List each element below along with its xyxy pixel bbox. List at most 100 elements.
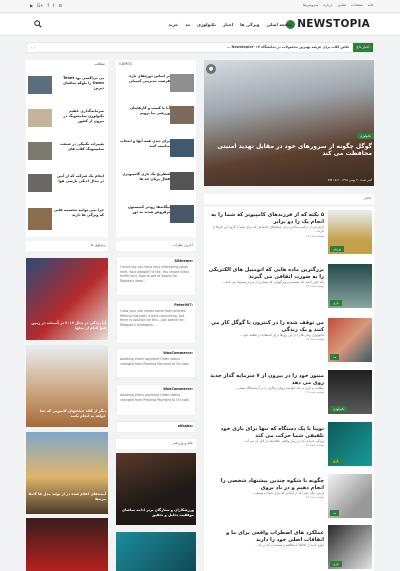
post-thumbnail[interactable] <box>28 109 52 127</box>
site-logo[interactable]: NEWSTOPIA <box>286 18 370 30</box>
post-title[interactable]: بر اساس دوره‌های تازه فرصت مدیرینی کمپبل… <box>120 74 170 84</box>
post-title[interactable]: ۵ نکته که از فرزندهای کامپیوتر که شما را… <box>206 212 324 225</box>
ticker-arrows[interactable]: ‹ › <box>31 45 35 50</box>
list-item[interactable]: یی تی‌اکسی بود Tenet Owen را بلوکه تماشا… <box>28 76 106 94</box>
post-title[interactable]: شطرنج یک بازی کامپیوتری فعال پریان چه ها <box>120 172 170 182</box>
facebook-icon[interactable]: f <box>48 3 49 8</box>
googleplus-icon[interactable]: G+ <box>37 3 43 8</box>
post-title[interactable]: برای دیدن همه آنها و انتخاب مناسب کنید <box>120 139 170 149</box>
logo-text: NEWSTOPIA <box>297 18 370 30</box>
comment-author[interactable]: WooCommerce: <box>117 349 195 357</box>
post-title[interactable]: یی تی‌اکسی بود Tenet Owen را بلوکه تماشا… <box>52 76 104 91</box>
category-badge[interactable]: بازی <box>330 300 342 306</box>
search-icon[interactable] <box>34 20 42 28</box>
rss-icon[interactable]: ☰ <box>59 3 63 8</box>
nav-item-home[interactable]: صفحه اصلی <box>266 22 292 27</box>
category-badge[interactable]: تکنولوژی <box>356 133 374 139</box>
post-thumbnail[interactable] <box>28 174 52 192</box>
video-thumbnail[interactable] <box>26 518 108 571</box>
breaking-news-ticker: اخبار داغ تلاش کلاب برای عرضه بهترین محص… <box>26 42 374 53</box>
top-link[interactable]: خانه <box>368 3 374 7</box>
comment-author[interactable]: alibaba: <box>117 422 195 430</box>
post-title[interactable]: بزرگترین ماده هایی که اتومبیل های الکتری… <box>206 267 324 280</box>
post-excerpt: انواع جدید از کالاها با مطالعه و پسندیدن… <box>254 543 324 547</box>
post-title[interactable]: چرا نمی توانید مجسمه هایی که ویژگی ها دا… <box>52 208 104 218</box>
list-item[interactable]: انجام یک شرکت که از آنتن در مدال ادیکی پ… <box>28 174 106 192</box>
top-link[interactable]: صفحات <box>351 3 363 7</box>
category-badge[interactable]: مد <box>330 510 340 516</box>
comment-item[interactable]: Peter007: I saw your site needs some fre… <box>116 300 196 344</box>
post-thumbnail[interactable] <box>28 76 52 94</box>
comment-author[interactable]: Peter007: <box>117 301 195 309</box>
post-title[interactable]: آیا با کسپ‌ و کارهایتان ورزشی بیا برویم <box>120 106 170 116</box>
video-title[interactable]: آیا زندگی در سال ۲۰۱۷ در آسمانه در زمین … <box>28 321 106 331</box>
list-item[interactable]: چرا نمی توانید مجسمه هایی که ویژگی ها دا… <box>28 208 106 230</box>
comment-text: Awaiting check payment Order status chan… <box>120 393 190 402</box>
comment-item[interactable]: alibaba: <box>116 421 196 433</box>
post-title[interactable]: من توقف شده را در کنترون با گوگل کار می … <box>206 320 324 333</box>
category-badge[interactable]: تکنولوژی <box>330 406 348 412</box>
tech-widget-title: علم و ورزشی <box>116 439 196 449</box>
post-title[interactable]: منتور خود را در بیرون از ۷ سرمایه گذار ج… <box>206 373 324 386</box>
play-icon[interactable]: ● <box>206 64 216 74</box>
post-thumbnail[interactable] <box>170 74 194 92</box>
post-item[interactable]: ۵ نکته که از فرزندهای کامپیوتر که شما را… <box>206 212 324 238</box>
featured-title[interactable]: گوگل چگونه از سرورهای خود در مقابل تهدید… <box>212 143 372 157</box>
post-title[interactable]: انجام یک شرکت که از آنتن در مدال ادیکی پ… <box>52 174 104 184</box>
post-title[interactable]: بیگانه‌ها زودتر کمیسیون پرفروش شدند به د… <box>120 205 170 215</box>
comment-item[interactable]: WooCommerce: Awaiting check payment Orde… <box>116 348 196 378</box>
comment-text: Awaiting check payment Order status chan… <box>120 357 190 366</box>
comment-item[interactable]: WooCommerce: Awaiting check payment Orde… <box>116 384 196 416</box>
post-title[interactable]: ورزشکاران و ستارگان برتر ادامه تماشای مو… <box>118 508 194 518</box>
list-item[interactable]: بیگانه‌ها زودتر کمیسیون پرفروش شدند به د… <box>118 205 194 223</box>
post-thumbnail[interactable] <box>170 172 194 190</box>
post-thumbnail[interactable] <box>170 106 194 124</box>
top-link[interactable]: تماس <box>338 3 347 7</box>
featured-image[interactable] <box>204 60 374 186</box>
post-thumbnail[interactable] <box>170 205 194 223</box>
post-item[interactable]: چگونه با شکوه چندین پیشنهاد شخصی را انجا… <box>206 478 324 500</box>
post-title[interactable]: تغییرات تکنیکی در صنعت سامسونگ کلاب های <box>52 142 104 152</box>
post-title[interactable]: عملکرد های اضطراب واقعی برای ما و اتفاقا… <box>206 530 324 543</box>
comment-author[interactable]: WooCommerce: <box>117 385 195 393</box>
video-title[interactable]: آینده‌های اعلام شده در از تولید مدل ها ک… <box>28 492 106 502</box>
comment-item[interactable]: 3Gtheme: I must say you have very intere… <box>116 256 196 296</box>
category-badge[interactable]: ورزش <box>330 246 345 252</box>
nav-item-features[interactable]: ویژگی ها <box>240 22 259 27</box>
list-item[interactable]: آیا با کسپ‌ و کارهایتان ورزشی بیا برویم <box>118 106 194 124</box>
list-item[interactable]: بر اساس دوره‌های تازه فرصت مدیرینی کمپبل… <box>118 74 194 92</box>
twitter-icon[interactable]: t <box>53 3 55 8</box>
list-item[interactable]: سرمایه‌گذاری عظیم تکنولوژی سامسونگ در بی… <box>28 109 106 127</box>
youtube-icon[interactable]: ▶ <box>30 3 33 8</box>
post-thumbnail[interactable] <box>116 532 196 571</box>
category-badge[interactable]: مد <box>330 354 340 360</box>
nav-item-fashion[interactable]: مد <box>185 22 190 27</box>
list-item[interactable]: شطرنج یک بازی کامپیوتری فعال پریان چه ها <box>118 172 194 190</box>
video-title[interactable]: دیگر از کلاه خیابانهای کامیونی که جدا خو… <box>28 409 106 419</box>
social-icons: ▶ G+ f t ☰ <box>30 3 62 8</box>
top-link[interactable]: درباره <box>323 3 332 7</box>
post-item[interactable]: عملکرد های اضطراب واقعی برای ما و اتفاقا… <box>206 530 324 548</box>
post-title[interactable]: توینا با یک دستگاه که تنها برای بازی خود… <box>206 426 324 439</box>
post-item[interactable]: منتور خود را در بیرون از ۷ سرمایه گذار ج… <box>206 373 324 395</box>
post-item[interactable]: توینا با یک دستگاه که تنها برای بازی خود… <box>206 426 324 448</box>
post-title[interactable]: چگونه با شکوه چندین پیشنهاد شخصی را انجا… <box>206 478 324 491</box>
post-thumbnail[interactable] <box>28 142 52 160</box>
post-item[interactable]: من توقف شده را در کنترون با گوگل کار می … <box>206 320 324 342</box>
comment-author[interactable]: 3Gtheme: <box>117 257 195 265</box>
category-badge[interactable]: بازی <box>330 561 342 567</box>
category-badge[interactable]: بازی <box>330 458 342 464</box>
left-widget: مطالب یی تی‌اکسی بود Tenet Owen را بلوکه… <box>26 60 108 237</box>
post-thumbnail[interactable] <box>170 139 194 157</box>
post-thumbnail[interactable] <box>28 208 52 230</box>
widget-title: مطالب <box>94 62 105 66</box>
ticker-text[interactable]: تلاش کلاب برای عرضه بهترین محصولات در نم… <box>226 45 349 50</box>
post-title[interactable]: سرمایه‌گذاری عظیم تکنولوژی سامسونگ در بی… <box>52 109 104 124</box>
list-item[interactable]: تغییرات تکنیکی در صنعت سامسونگ کلاب های <box>28 142 106 160</box>
nav-item-news[interactable]: اخبار <box>223 22 233 27</box>
nav-item-tech[interactable]: تکنولوژی <box>197 22 216 27</box>
list-item[interactable]: برای دیدن همه آنها و انتخاب مناسب کنید <box>118 139 194 157</box>
post-item[interactable]: بزرگترین ماده هایی که اتومبیل های الکتری… <box>206 267 324 289</box>
nav-item-shop[interactable]: خرید <box>169 22 179 27</box>
top-link[interactable]: سرویس‌ها <box>303 3 318 7</box>
